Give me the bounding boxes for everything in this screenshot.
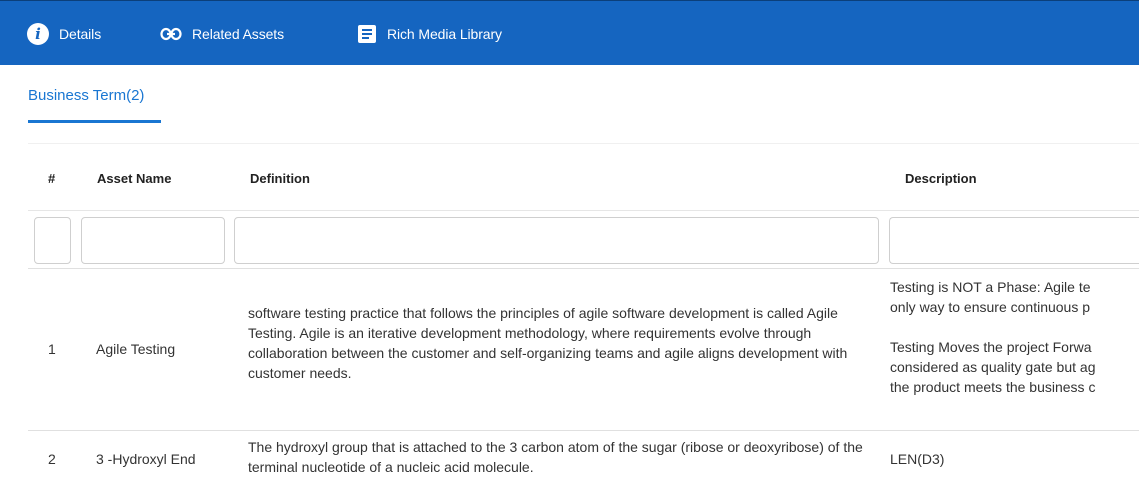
row-description: LEN(D3): [890, 451, 945, 467]
asset-type-tabs: Business Term(2): [0, 65, 1139, 125]
table-header-row: # Asset Name Definition Description: [28, 143, 1139, 211]
related-assets-tab[interactable]: Related Assets: [160, 21, 284, 47]
top-navigation-bar: i Details Related Assets Rich Media Libr…: [0, 0, 1139, 65]
header-number[interactable]: #: [48, 171, 55, 186]
document-icon: [357, 24, 377, 44]
row-number: 2: [48, 451, 56, 467]
info-icon: i: [27, 23, 49, 45]
rich-media-library-tab[interactable]: Rich Media Library: [357, 21, 502, 47]
row-asset-name[interactable]: Agile Testing: [96, 339, 175, 359]
filter-definition-input[interactable]: [234, 217, 879, 264]
tab-business-term[interactable]: Business Term(2): [28, 87, 144, 104]
active-tab-indicator: [28, 120, 161, 123]
table-row[interactable]: 2 3 -Hydroxyl End The hydroxyl group tha…: [28, 431, 1139, 487]
filter-row: [28, 212, 1139, 269]
row-description: Testing is NOT a Phase: Agile te only wa…: [890, 279, 1096, 395]
link-icon: [160, 27, 182, 41]
details-label: Details: [59, 26, 102, 42]
header-definition[interactable]: Definition: [250, 171, 310, 186]
table-row[interactable]: 1 Agile Testing software testing practic…: [28, 270, 1139, 431]
row-asset-name[interactable]: 3 -Hydroxyl End: [96, 449, 196, 469]
filter-asset-name-input[interactable]: [81, 217, 225, 264]
related-assets-label: Related Assets: [192, 26, 284, 42]
row-definition: software testing practice that follows t…: [248, 305, 848, 381]
filter-description-input[interactable]: [889, 217, 1139, 264]
assets-table: # Asset Name Definition Description 1 Ag…: [0, 143, 1139, 502]
details-tab[interactable]: i Details: [27, 21, 101, 47]
header-description[interactable]: Description: [905, 171, 977, 186]
rich-media-library-label: Rich Media Library: [387, 26, 502, 42]
filter-number-input[interactable]: [34, 217, 71, 264]
header-asset-name[interactable]: Asset Name: [97, 171, 171, 186]
row-number: 1: [48, 341, 56, 357]
row-definition: The hydroxyl group that is attached to t…: [248, 439, 863, 475]
